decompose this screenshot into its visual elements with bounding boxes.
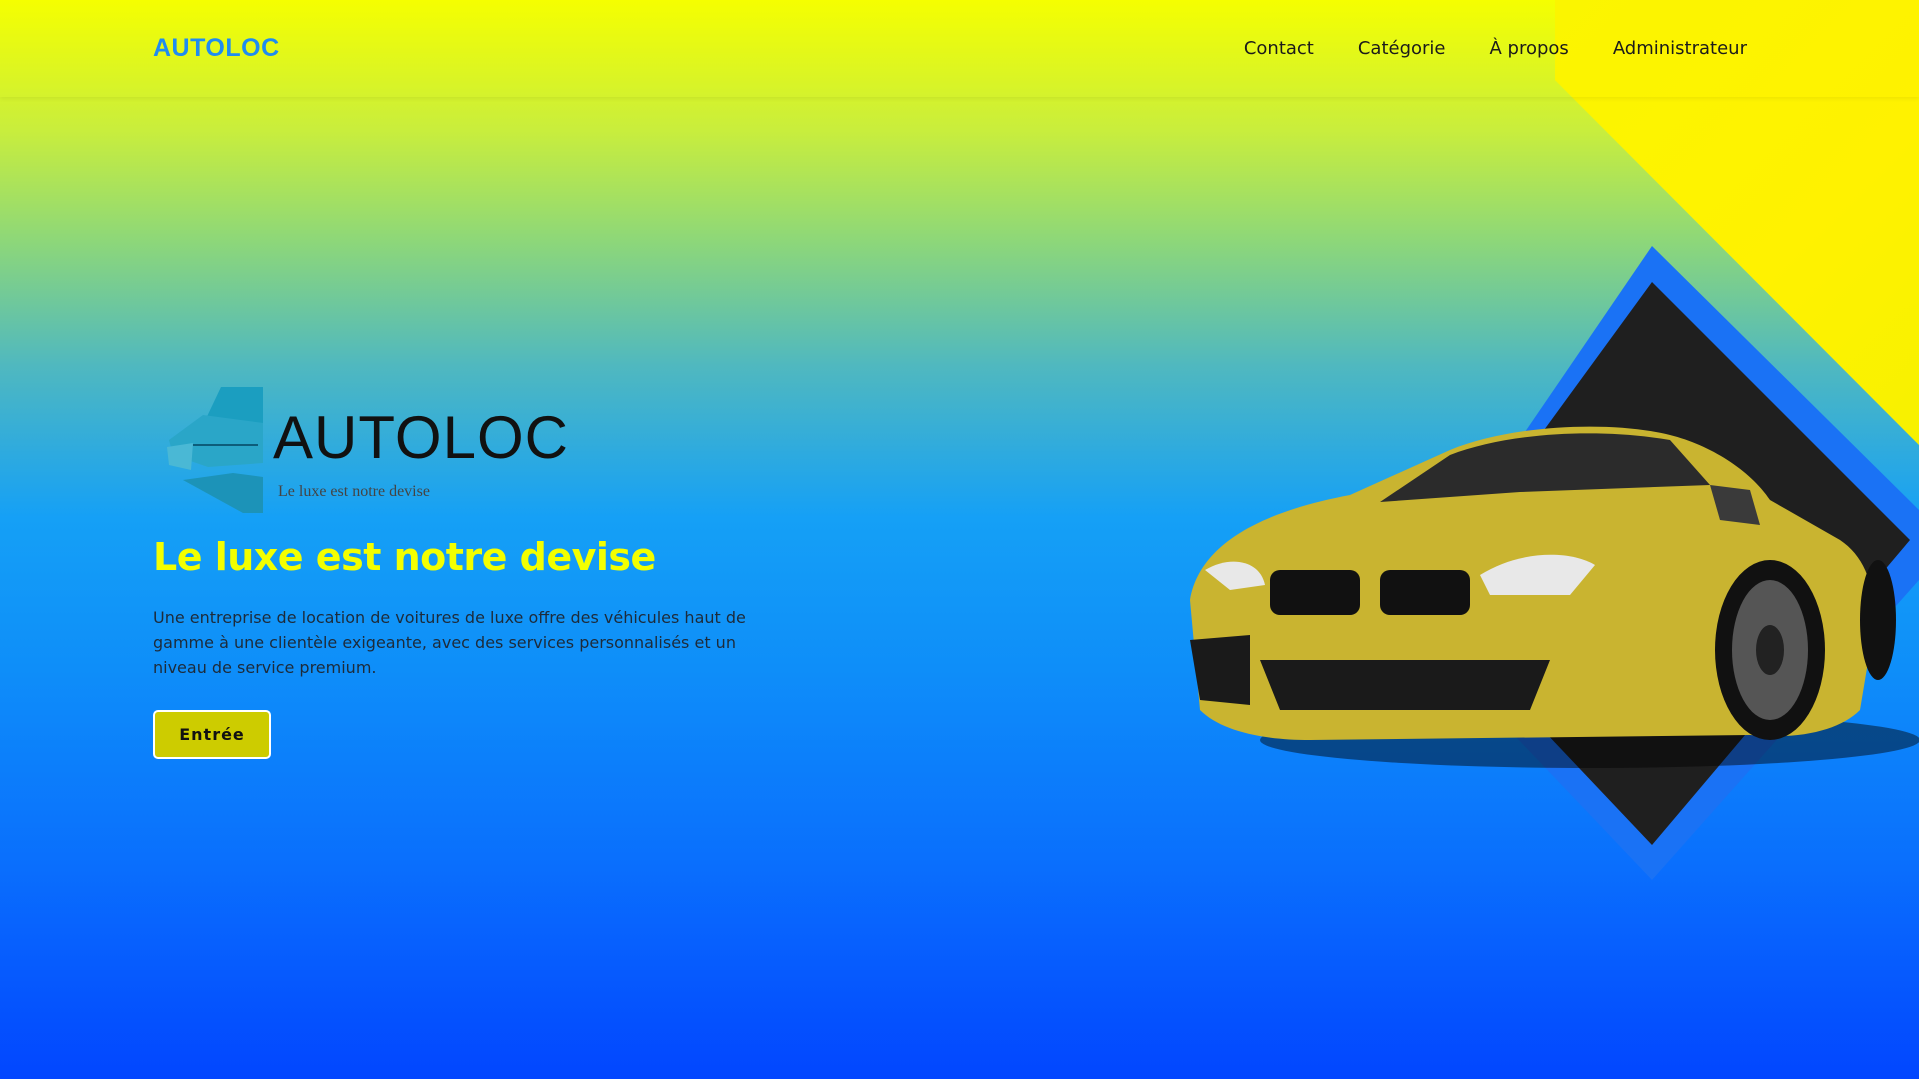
hero-headline: Le luxe est notre devise [153,535,656,579]
hero-logo: AUTOLOC Le luxe est notre devise [163,385,568,515]
hero-description: Une entreprise de location de voitures d… [153,608,746,677]
enter-button[interactable]: Entrée [153,710,271,759]
nav-link-administrateur[interactable]: Administrateur [1613,38,1747,59]
navbar: AUTOLOC Contact Catégorie À propos Admin… [0,0,1919,97]
logo-wordmark: AUTOLOC [273,404,569,471]
brand-logo-text[interactable]: AUTOLOC [153,34,280,63]
hero-illustration [1190,246,1919,880]
logo-tagline: Le luxe est notre devise [278,483,430,500]
nav-links: Contact Catégorie À propos Administrateu… [1244,38,1747,59]
nav-link-categorie[interactable]: Catégorie [1358,38,1446,59]
nav-link-a-propos[interactable]: À propos [1490,38,1569,59]
car-logo-icon [167,387,263,513]
nav-link-contact[interactable]: Contact [1244,38,1314,59]
